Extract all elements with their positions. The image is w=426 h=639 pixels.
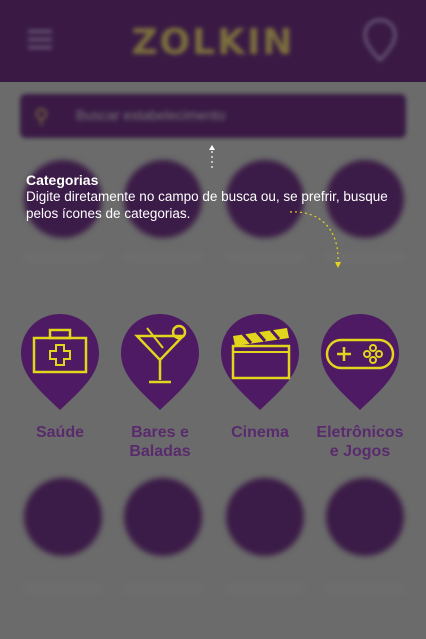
category-cinema[interactable]: Cinema: [216, 312, 304, 442]
category-item-dimmed: [326, 478, 404, 594]
category-label: Saúde: [35, 424, 84, 441]
gamepad-icon: [321, 314, 399, 410]
category-item-dimmed: [124, 478, 202, 594]
cocktail-icon: [121, 314, 199, 410]
category-label: Cinema: [231, 424, 289, 441]
category-label: Bares e Baladas: [129, 424, 191, 460]
category-item-dimmed: [226, 478, 304, 594]
tooltip-guide-arrows: [209, 145, 341, 268]
category-eletronicos-jogos[interactable]: Eletrônicos e Jogos: [316, 312, 404, 461]
category-item-dimmed: [24, 478, 102, 594]
category-bares-baladas[interactable]: Bares e Baladas: [116, 312, 204, 461]
category-label: Eletrônicos e Jogos: [316, 424, 404, 460]
first-aid-kit-icon: [21, 314, 99, 410]
category-saude[interactable]: Saúde: [16, 312, 104, 442]
clapperboard-icon: [221, 314, 299, 410]
